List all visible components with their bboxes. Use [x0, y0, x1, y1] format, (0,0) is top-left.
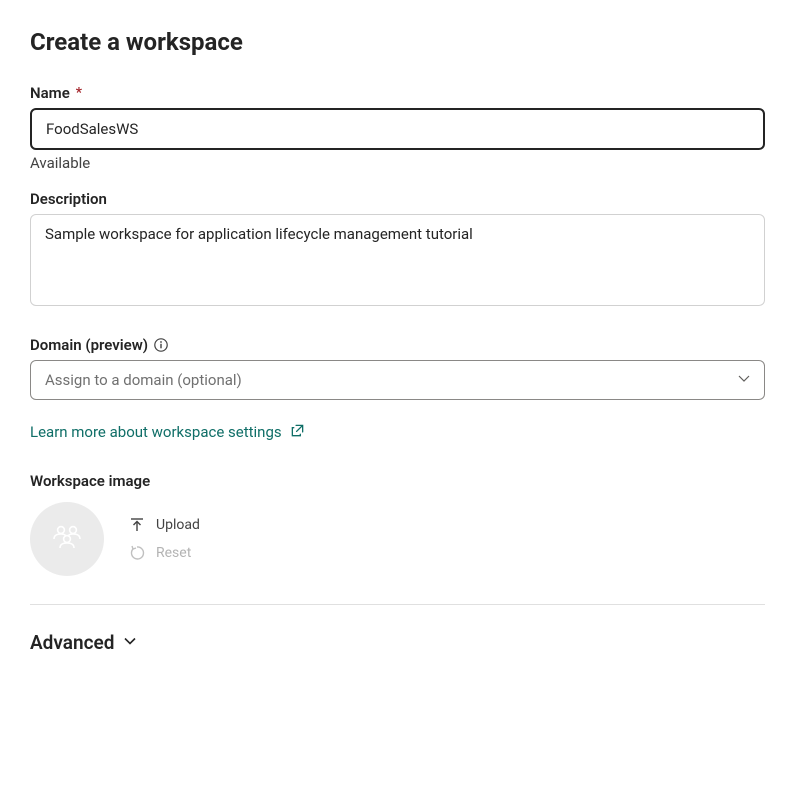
description-label: Description: [30, 190, 765, 208]
chevron-down-icon: [122, 631, 138, 654]
upload-button[interactable]: Upload: [128, 517, 200, 533]
name-status: Available: [30, 154, 765, 172]
name-input[interactable]: [30, 108, 765, 150]
workspace-image-label: Workspace image: [30, 472, 765, 490]
required-mark: *: [76, 85, 82, 101]
name-label-row: Name *: [30, 84, 765, 102]
image-actions: Upload Reset: [128, 517, 200, 561]
learn-more-text: Learn more about workspace settings: [30, 423, 282, 441]
upload-icon: [128, 517, 146, 533]
info-icon[interactable]: [154, 338, 168, 352]
advanced-toggle[interactable]: Advanced: [30, 631, 138, 654]
reset-icon: [128, 545, 146, 561]
external-link-icon: [290, 423, 305, 442]
domain-select[interactable]: Assign to a domain (optional): [30, 360, 765, 400]
learn-more-link[interactable]: Learn more about workspace settings: [30, 423, 305, 442]
workspace-image-row: Upload Reset: [30, 502, 765, 605]
reset-button: Reset: [128, 545, 200, 561]
upload-label: Upload: [156, 517, 200, 533]
domain-label: Domain (preview): [30, 336, 148, 354]
advanced-label: Advanced: [30, 631, 114, 654]
description-input[interactable]: Sample workspace for application lifecyc…: [30, 214, 765, 306]
page-title: Create a workspace: [30, 28, 765, 56]
reset-label: Reset: [156, 545, 191, 561]
domain-select-wrap: Assign to a domain (optional): [30, 360, 765, 400]
domain-label-row: Domain (preview): [30, 336, 765, 354]
name-label: Name: [30, 84, 70, 102]
workspace-image-placeholder: [30, 502, 104, 576]
people-icon: [50, 523, 84, 555]
